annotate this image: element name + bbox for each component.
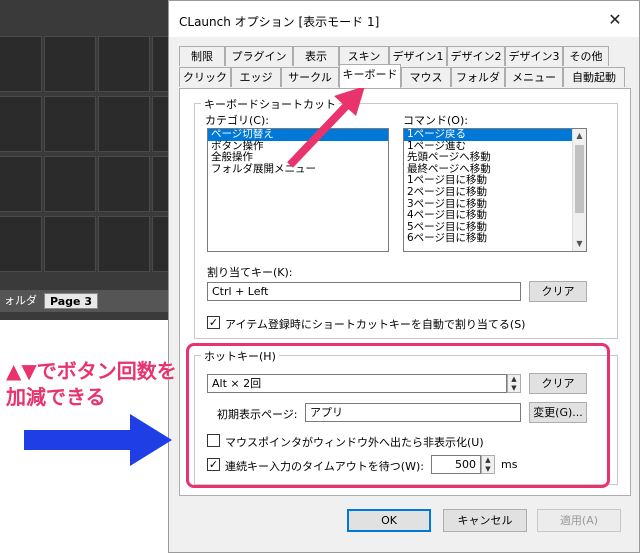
category-item[interactable]: ページ切替え	[208, 129, 388, 141]
category-listbox[interactable]: ページ切替え ボタン操作 全般操作 フォルダ展開メニュー	[207, 128, 389, 252]
tab-mouse[interactable]: マウス	[401, 67, 451, 87]
launcher-cell[interactable]	[98, 156, 150, 212]
launcher-cell[interactable]	[0, 36, 42, 92]
launcher-page-tabs: ォルダ Page 3	[0, 290, 168, 312]
tab-skin[interactable]: スキン	[339, 46, 389, 66]
command-label: コマンド(O):	[403, 114, 468, 127]
launcher-cell[interactable]	[0, 96, 42, 152]
assign-key-label: 割り当てキー(K):	[207, 266, 293, 279]
apply-button[interactable]: 適用(A)	[537, 509, 621, 532]
launcher-tab-page3[interactable]: Page 3	[44, 293, 98, 309]
tab-design1[interactable]: デザイン1	[389, 46, 447, 66]
blue-arrow-icon	[24, 414, 172, 466]
tab-design3[interactable]: デザイン3	[505, 46, 563, 66]
launcher-button-grid	[0, 36, 204, 282]
tab-folder[interactable]: フォルダ	[451, 67, 505, 87]
tab-row-1: 制限 プラグイン 表示 スキン デザイン1 デザイン2 デザイン3 その他	[179, 46, 631, 66]
assign-clear-button[interactable]: クリア	[529, 281, 587, 302]
command-item[interactable]: 1ページ戻る	[404, 129, 572, 141]
launcher-tab-folder[interactable]: ォルダ	[0, 293, 41, 309]
dialog-title: CLaunch オプション [表示モード 1]	[179, 15, 380, 29]
ok-button[interactable]: OK	[347, 509, 431, 532]
launcher-cell[interactable]	[0, 216, 42, 272]
launcher-cell[interactable]	[0, 156, 42, 212]
launcher-cell[interactable]	[98, 36, 150, 92]
command-scrollbar[interactable]: ▲ ▼	[572, 129, 586, 251]
shortcut-group: キーボードショートカット カテゴリ(C): ページ切替え ボタン操作 全般操作 …	[194, 96, 618, 339]
tab-design2[interactable]: デザイン2	[447, 46, 505, 66]
tab-autostart[interactable]: 自動起動	[563, 67, 625, 87]
tab-row-2: クリック エッジ サークル キーボード マウス フォルダ メニュー 自動起動	[179, 64, 631, 88]
tab-click[interactable]: クリック	[179, 67, 231, 87]
category-item[interactable]: フォルダ展開メニュー	[208, 163, 388, 176]
shortcut-group-label: キーボードショートカット	[201, 96, 339, 112]
command-item[interactable]: 6ページ目に移動	[404, 233, 586, 245]
launcher-cell[interactable]	[98, 216, 150, 272]
close-icon[interactable]: ✕	[605, 10, 625, 30]
scroll-down-icon[interactable]: ▼	[573, 237, 586, 251]
tab-display[interactable]: 表示	[293, 46, 339, 66]
tab-restriction[interactable]: 制限	[179, 46, 225, 66]
scroll-thumb[interactable]	[575, 145, 584, 213]
category-label: カテゴリ(C):	[205, 114, 269, 127]
auto-assign-label: アイテム登録時にショートカットキーを自動で割り当てる(S)	[225, 318, 526, 331]
tab-keyboard[interactable]: キーボード	[339, 64, 401, 88]
scroll-up-icon[interactable]: ▲	[573, 129, 586, 143]
launcher-cell[interactable]	[98, 96, 150, 152]
tab-menu[interactable]: メニュー	[505, 67, 563, 87]
highlight-box	[186, 343, 610, 488]
launcher-window: ォルダ Page 3	[0, 0, 204, 320]
annotation-text: ▲▼でボタン回数を加減できる	[6, 359, 177, 409]
tab-edge[interactable]: エッジ	[231, 67, 281, 87]
tab-other[interactable]: その他	[563, 46, 609, 66]
command-item[interactable]: 2ページ目に移動	[404, 186, 586, 199]
launcher-cell[interactable]	[44, 96, 96, 152]
title-bar: CLaunch オプション [表示モード 1] ✕	[169, 1, 639, 37]
cancel-button[interactable]: キャンセル	[443, 509, 527, 532]
auto-assign-checkbox[interactable]: ✓	[207, 316, 220, 329]
tab-circle[interactable]: サークル	[281, 67, 339, 87]
launcher-cell[interactable]	[44, 216, 96, 272]
command-item[interactable]: 4ページ目に移動	[404, 210, 586, 222]
command-listbox[interactable]: 1ページ戻る 1ページ進む 先頭ページへ移動 最終ページへ移動 1ページ目に移動…	[403, 128, 587, 252]
assign-key-field[interactable]: Ctrl + Left	[207, 282, 521, 301]
tab-plugin[interactable]: プラグイン	[225, 46, 293, 66]
launcher-cell[interactable]	[44, 156, 96, 212]
launcher-cell[interactable]	[44, 36, 96, 92]
